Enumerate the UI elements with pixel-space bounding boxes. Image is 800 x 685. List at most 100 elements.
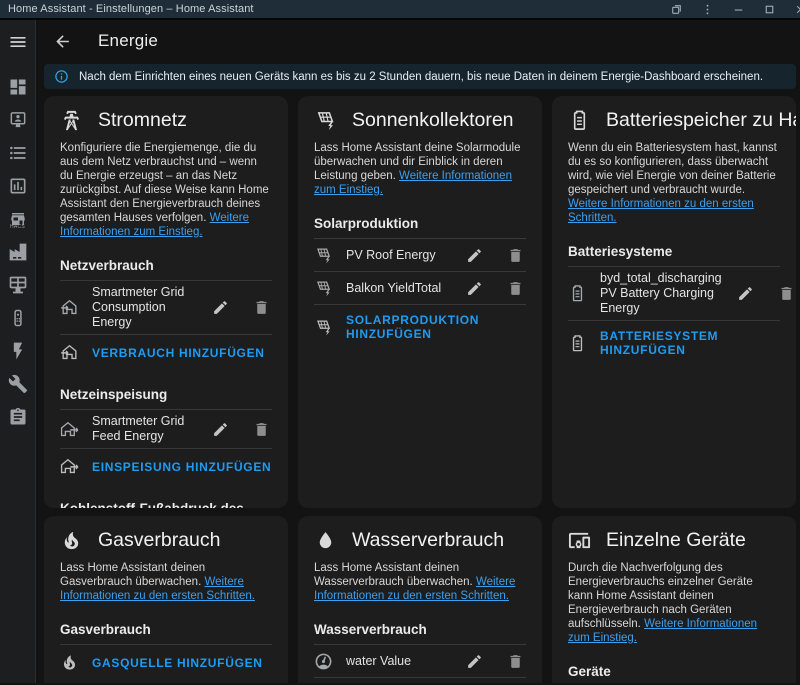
source-row: Smartmeter Grid Consumption Energy	[60, 281, 272, 335]
add-solar-button[interactable]: SOLARPRODUKTION HINZUFÜGEN	[314, 305, 526, 347]
delete-icon[interactable]	[250, 418, 272, 440]
home-export-icon	[60, 457, 79, 476]
delete-icon[interactable]	[504, 650, 526, 672]
card-grid: Stromnetz Konfiguriere die Energiemenge,…	[44, 96, 288, 508]
fire-icon	[60, 529, 83, 552]
delete-icon[interactable]	[776, 283, 796, 305]
card-description: Wenn du ein Batteriesystem hast, kannst …	[568, 141, 780, 225]
home-assistant-window: Home Assistant - Einstellungen – Home As…	[0, 0, 800, 685]
transmission-tower-icon	[60, 109, 83, 132]
app-window-icon[interactable]	[669, 2, 683, 16]
delete-icon[interactable]	[504, 244, 526, 266]
banner-text: Nach dem Einrichten eines neuen Geräts k…	[79, 71, 763, 83]
section-heading: Geräte	[568, 664, 780, 683]
page-title: Energie	[98, 31, 158, 51]
solar-power-icon	[314, 318, 333, 337]
edit-icon[interactable]	[463, 650, 485, 672]
card-battery: Batteriespeicher zu Hause Wenn du ein Ba…	[552, 96, 796, 508]
close-icon[interactable]	[793, 2, 800, 16]
appbar: Energie	[36, 20, 800, 62]
add-battery-button[interactable]: BATTERIESYSTEM HINZUFÜGEN	[568, 321, 780, 363]
home-import-icon	[60, 298, 79, 317]
card-solar-header: Sonnenkollektoren	[314, 109, 526, 132]
source-label: Smartmeter Grid Consumption Energy	[92, 285, 196, 330]
solar-power-icon	[314, 246, 333, 265]
edit-icon[interactable]	[463, 244, 485, 266]
fire-icon	[60, 653, 79, 672]
solar-power-icon	[314, 109, 337, 132]
add-gas-button[interactable]: GASQUELLE HINZUFÜGEN	[60, 645, 272, 678]
source-label: Smartmeter Grid Feed Energy	[92, 414, 196, 444]
section-heading: Netzeinspeisung	[60, 387, 272, 410]
card-title: Stromnetz	[98, 109, 187, 132]
section-heading: Gasverbrauch	[60, 622, 272, 645]
hacs-label: HACS	[10, 224, 25, 230]
maximize-icon[interactable]	[762, 2, 776, 16]
section-heading: Batteriesysteme	[568, 244, 780, 267]
source-row: PV Roof Energy	[314, 239, 526, 272]
sidebar-item-factory[interactable]	[0, 235, 36, 268]
add-label: EINSPEISUNG HINZUFÜGEN	[92, 460, 271, 474]
add-water-button[interactable]: WASSERQUELLE HINZUFÜGEN	[314, 678, 526, 683]
source-label: byd_total_dischargingPV Battery Charging…	[600, 271, 722, 316]
add-consumption-button[interactable]: VERBRAUCH HINZUFÜGEN	[60, 335, 272, 368]
add-label: BATTERIESYSTEM HINZUFÜGEN	[600, 329, 780, 357]
battery-icon	[568, 109, 591, 132]
card-devices-header: Einzelne Geräte	[568, 529, 780, 552]
add-return-button[interactable]: EINSPEISUNG HINZUFÜGEN	[60, 449, 272, 482]
menu-icon[interactable]	[8, 30, 28, 54]
kebab-menu-icon[interactable]	[700, 2, 714, 16]
section-heading: Netzverbrauch	[60, 258, 272, 281]
add-label: SOLARPRODUKTION HINZUFÜGEN	[346, 313, 526, 341]
info-banner: Nach dem Einrichten eines neuen Geräts k…	[44, 64, 796, 89]
edit-icon[interactable]	[209, 418, 231, 440]
delete-icon[interactable]	[250, 297, 272, 319]
source-label-line2: PV Battery Charging Energy	[600, 286, 722, 316]
window-titlebar: Home Assistant - Einstellungen – Home As…	[0, 0, 800, 20]
sidebar-item-solar-panel[interactable]	[0, 268, 36, 301]
section-heading: Solarproduktion	[314, 216, 526, 239]
sidebar-item-history[interactable]	[0, 169, 36, 202]
sidebar-item-energy[interactable]	[0, 334, 36, 367]
sidebar-item-hacs[interactable]: HACS	[0, 202, 36, 235]
sidebar-item-remote[interactable]	[0, 301, 36, 334]
card-solar: Sonnenkollektoren Lass Home Assistant de…	[298, 96, 542, 508]
edit-icon[interactable]	[209, 297, 231, 319]
sidebar-item-logbook[interactable]	[0, 136, 36, 169]
card-title: Sonnenkollektoren	[352, 109, 514, 132]
solar-power-icon	[314, 279, 333, 298]
sidebar-item-media[interactable]	[0, 103, 36, 136]
card-title: Batteriespeicher zu Hause	[606, 109, 796, 132]
source-label-line1: byd_total_discharging	[600, 271, 722, 286]
minimize-icon[interactable]	[731, 2, 745, 16]
card-description: Durch die Nachverfolgung des Energieverb…	[568, 561, 780, 645]
section-heading: Kohlenstoff-Fußabdruck des Netzes	[60, 501, 272, 508]
card-description: Lass Home Assistant deinen Wasserverbrau…	[314, 561, 526, 603]
source-label: PV Roof Energy	[346, 248, 450, 263]
battery-icon	[568, 284, 587, 303]
edit-icon[interactable]	[463, 277, 485, 299]
card-description: Lass Home Assistant deinen Gasverbrauch …	[60, 561, 272, 603]
card-title: Wasserverbrauch	[352, 529, 504, 552]
info-icon	[54, 69, 69, 84]
section-heading: Wasserverbrauch	[314, 622, 526, 645]
sidebar-item-developer-tools[interactable]	[0, 367, 36, 400]
card-gas: Gasverbrauch Lass Home Assistant deinen …	[44, 516, 288, 683]
window-title: Home Assistant - Einstellungen – Home As…	[8, 3, 254, 15]
sidebar-item-clipboard[interactable]	[0, 400, 36, 433]
learn-more-link[interactable]: Weitere Informationen zu den ersten Schr…	[568, 198, 754, 224]
back-arrow-icon[interactable]	[50, 29, 74, 53]
card-title: Einzelne Geräte	[606, 529, 746, 552]
card-battery-header: Batteriespeicher zu Hause	[568, 109, 780, 132]
source-row: Balkon YieldTotal	[314, 272, 526, 305]
sidebar-item-overview[interactable]	[0, 70, 36, 103]
source-label: Balkon YieldTotal	[346, 281, 450, 296]
home-export-icon	[60, 420, 79, 439]
source-row: Smartmeter Grid Feed Energy	[60, 410, 272, 449]
add-label: GASQUELLE HINZUFÜGEN	[92, 656, 263, 670]
devices-icon	[568, 529, 591, 552]
source-label: water Value	[346, 654, 450, 669]
edit-icon[interactable]	[735, 283, 757, 305]
delete-icon[interactable]	[504, 277, 526, 299]
add-label: VERBRAUCH HINZUFÜGEN	[92, 346, 265, 360]
